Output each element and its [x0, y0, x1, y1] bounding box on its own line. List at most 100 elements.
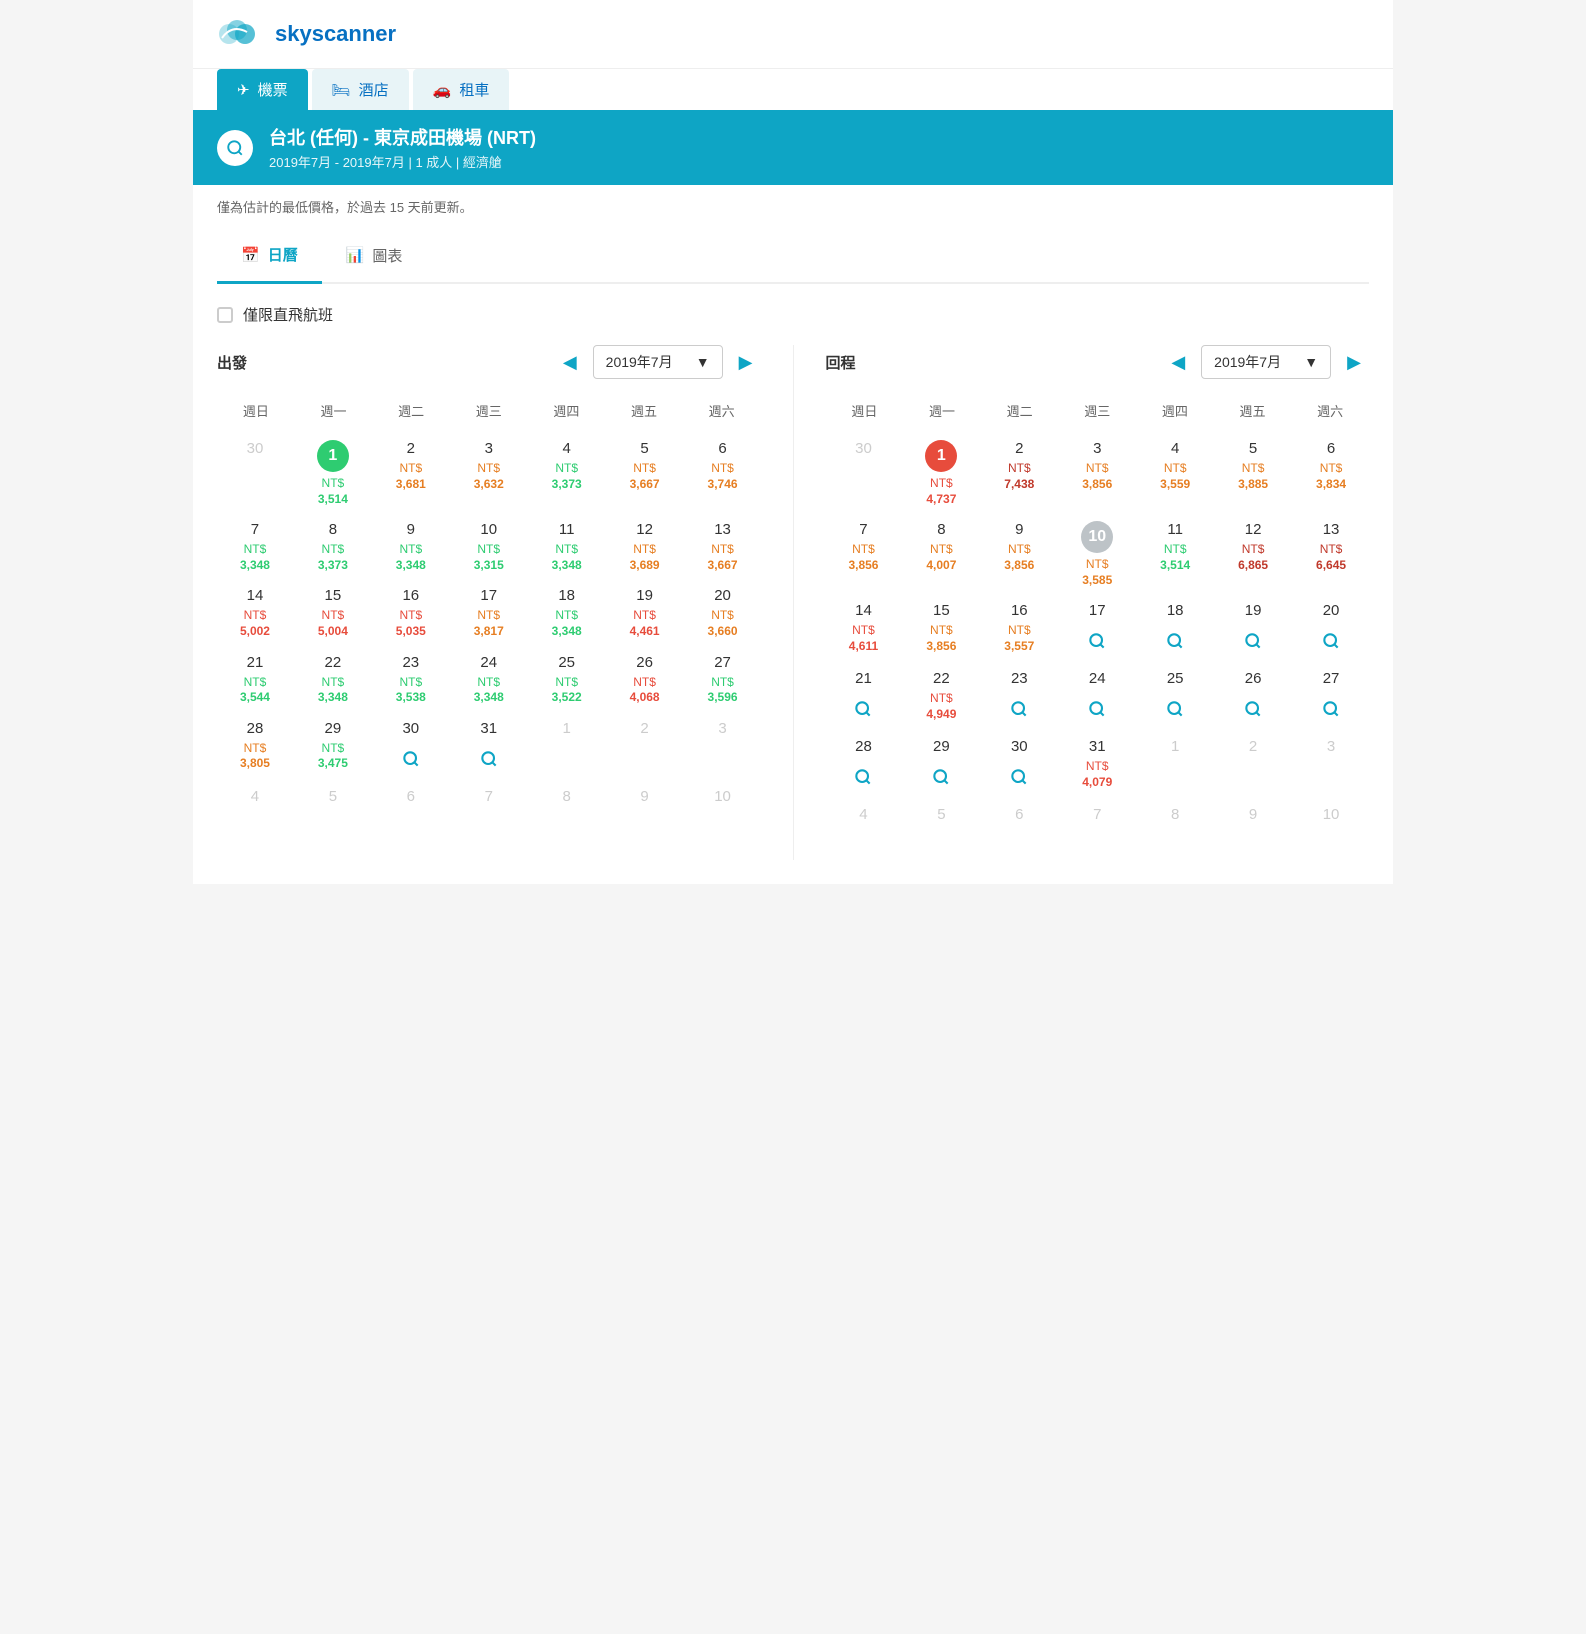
calendar-day[interactable]: 12NT$6,865 [1215, 515, 1291, 594]
calendar-day[interactable]: 25NT$3,522 [529, 648, 605, 712]
calendar-day[interactable]: 1NT$3,514 [295, 434, 371, 513]
calendar-day[interactable]: 2NT$3,681 [373, 434, 449, 513]
departure-prev-btn[interactable]: ◀ [555, 348, 585, 377]
calendar-day[interactable]: 10 [1293, 800, 1369, 860]
return-next-btn[interactable]: ▶ [1339, 348, 1369, 377]
calendar-day[interactable]: 9 [607, 782, 683, 842]
calendar-day[interactable]: 10 [685, 782, 761, 842]
calendar-day[interactable]: 5NT$3,885 [1215, 434, 1291, 513]
calendar-day[interactable]: 23 [981, 664, 1057, 730]
calendar-day[interactable]: 6 [981, 800, 1057, 860]
calendar-day[interactable]: 22NT$3,348 [295, 648, 371, 712]
calendar-day[interactable]: 19NT$4,461 [607, 581, 683, 645]
calendar-day[interactable]: 27NT$3,596 [685, 648, 761, 712]
calendar-day[interactable]: 27 [1293, 664, 1369, 730]
tab-cars[interactable]: 🚗 租車 [413, 69, 510, 110]
calendar-day[interactable]: 16NT$3,557 [981, 596, 1057, 662]
calendar-day[interactable]: 1 [1137, 732, 1213, 798]
calendar-day[interactable]: 7NT$3,348 [217, 515, 293, 579]
calendar-day[interactable]: 20 [1293, 596, 1369, 662]
return-month-select[interactable]: 2019年7月 ▼ [1201, 345, 1331, 379]
tab-chart[interactable]: 📊 圖表 [322, 228, 427, 282]
calendar-day[interactable]: 30 [826, 434, 902, 513]
calendar-day[interactable]: 23NT$3,538 [373, 648, 449, 712]
calendar-day[interactable]: 16NT$5,035 [373, 581, 449, 645]
search-button[interactable] [217, 130, 253, 166]
calendar-day[interactable]: 13NT$6,645 [1293, 515, 1369, 594]
calendar-day[interactable]: 11NT$3,348 [529, 515, 605, 579]
departure-next-btn[interactable]: ▶ [731, 348, 761, 377]
calendar-day[interactable]: 6NT$3,834 [1293, 434, 1369, 513]
calendar-day[interactable]: 1NT$4,737 [903, 434, 979, 513]
calendar-day[interactable]: 30 [217, 434, 293, 513]
logo: skyscanner [217, 16, 396, 52]
departure-month-select[interactable]: 2019年7月 ▼ [593, 345, 723, 379]
calendar-day[interactable]: 13NT$3,667 [685, 515, 761, 579]
calendar-day[interactable]: 30 [373, 714, 449, 780]
tab-calendar[interactable]: 📅 日曆 [217, 228, 322, 284]
calendar-day[interactable]: 6 [373, 782, 449, 842]
direct-only-checkbox[interactable] [217, 307, 233, 323]
calendar-day[interactable]: 15NT$3,856 [903, 596, 979, 662]
calendar-day[interactable]: 28 [826, 732, 902, 798]
calendar-day[interactable]: 2NT$7,438 [981, 434, 1057, 513]
calendar-day[interactable]: 9NT$3,348 [373, 515, 449, 579]
tab-flights[interactable]: ✈ 機票 [217, 69, 308, 110]
day-price: NT$4,068 [630, 675, 660, 706]
calendar-day[interactable]: 9NT$3,856 [981, 515, 1057, 594]
calendar-day[interactable]: 3NT$3,856 [1059, 434, 1135, 513]
calendar-day[interactable]: 3NT$3,632 [451, 434, 527, 513]
calendar-day[interactable]: 15NT$5,004 [295, 581, 371, 645]
calendar-day[interactable]: 30 [981, 732, 1057, 798]
calendar-day[interactable]: 19 [1215, 596, 1291, 662]
calendar-day[interactable]: 1 [529, 714, 605, 780]
calendar-day[interactable]: 8NT$3,373 [295, 515, 371, 579]
calendar-day[interactable]: 25 [1137, 664, 1213, 730]
calendar-day[interactable]: 26NT$4,068 [607, 648, 683, 712]
calendar-day[interactable]: 7 [451, 782, 527, 842]
tab-hotels[interactable]: 🛏 酒店 [312, 69, 409, 110]
calendar-day[interactable]: 9 [1215, 800, 1291, 860]
calendar-day[interactable]: 29NT$3,475 [295, 714, 371, 780]
calendar-day[interactable]: 5NT$3,667 [607, 434, 683, 513]
calendar-day[interactable]: 26 [1215, 664, 1291, 730]
calendar-day[interactable]: 7 [1059, 800, 1135, 860]
calendar-day[interactable]: 21NT$3,544 [217, 648, 293, 712]
calendar-day[interactable]: 2 [607, 714, 683, 780]
calendar-day[interactable]: 31 [451, 714, 527, 780]
calendar-day[interactable]: 3 [685, 714, 761, 780]
calendar-day[interactable]: 4NT$3,373 [529, 434, 605, 513]
calendar-day[interactable]: 22NT$4,949 [903, 664, 979, 730]
calendar-day[interactable]: 4NT$3,559 [1137, 434, 1213, 513]
calendar-day[interactable]: 10NT$3,315 [451, 515, 527, 579]
calendar-day[interactable]: 8 [529, 782, 605, 842]
calendar-day[interactable]: 10NT$3,585 [1059, 515, 1135, 594]
calendar-day[interactable]: 4 [826, 800, 902, 860]
calendar-day[interactable]: 24NT$3,348 [451, 648, 527, 712]
calendar-day[interactable]: 14NT$4,611 [826, 596, 902, 662]
calendar-day[interactable]: 11NT$3,514 [1137, 515, 1213, 594]
calendar-day[interactable]: 17 [1059, 596, 1135, 662]
return-prev-btn[interactable]: ◀ [1163, 348, 1193, 377]
calendar-day[interactable]: 7NT$3,856 [826, 515, 902, 594]
calendar-day[interactable]: 4 [217, 782, 293, 842]
calendar-day[interactable]: 5 [903, 800, 979, 860]
calendar-day[interactable]: 21 [826, 664, 902, 730]
calendar-day[interactable]: 6NT$3,746 [685, 434, 761, 513]
calendar-day[interactable]: 8NT$4,007 [903, 515, 979, 594]
calendar-day[interactable]: 14NT$5,002 [217, 581, 293, 645]
calendar-day[interactable]: 29 [903, 732, 979, 798]
calendar-day[interactable]: 18NT$3,348 [529, 581, 605, 645]
calendar-day[interactable]: 18 [1137, 596, 1213, 662]
calendar-day[interactable]: 12NT$3,689 [607, 515, 683, 579]
calendar-day[interactable]: 3 [1293, 732, 1369, 798]
calendar-day[interactable]: 2 [1215, 732, 1291, 798]
calendar-day[interactable]: 17NT$3,817 [451, 581, 527, 645]
calendar-day[interactable]: 24 [1059, 664, 1135, 730]
calendar-day[interactable]: 31NT$4,079 [1059, 732, 1135, 798]
calendar-day[interactable]: 28NT$3,805 [217, 714, 293, 780]
calendar-day[interactable]: 5 [295, 782, 371, 842]
calendar-day[interactable]: 8 [1137, 800, 1213, 860]
day-number: 12 [636, 521, 653, 538]
calendar-day[interactable]: 20NT$3,660 [685, 581, 761, 645]
